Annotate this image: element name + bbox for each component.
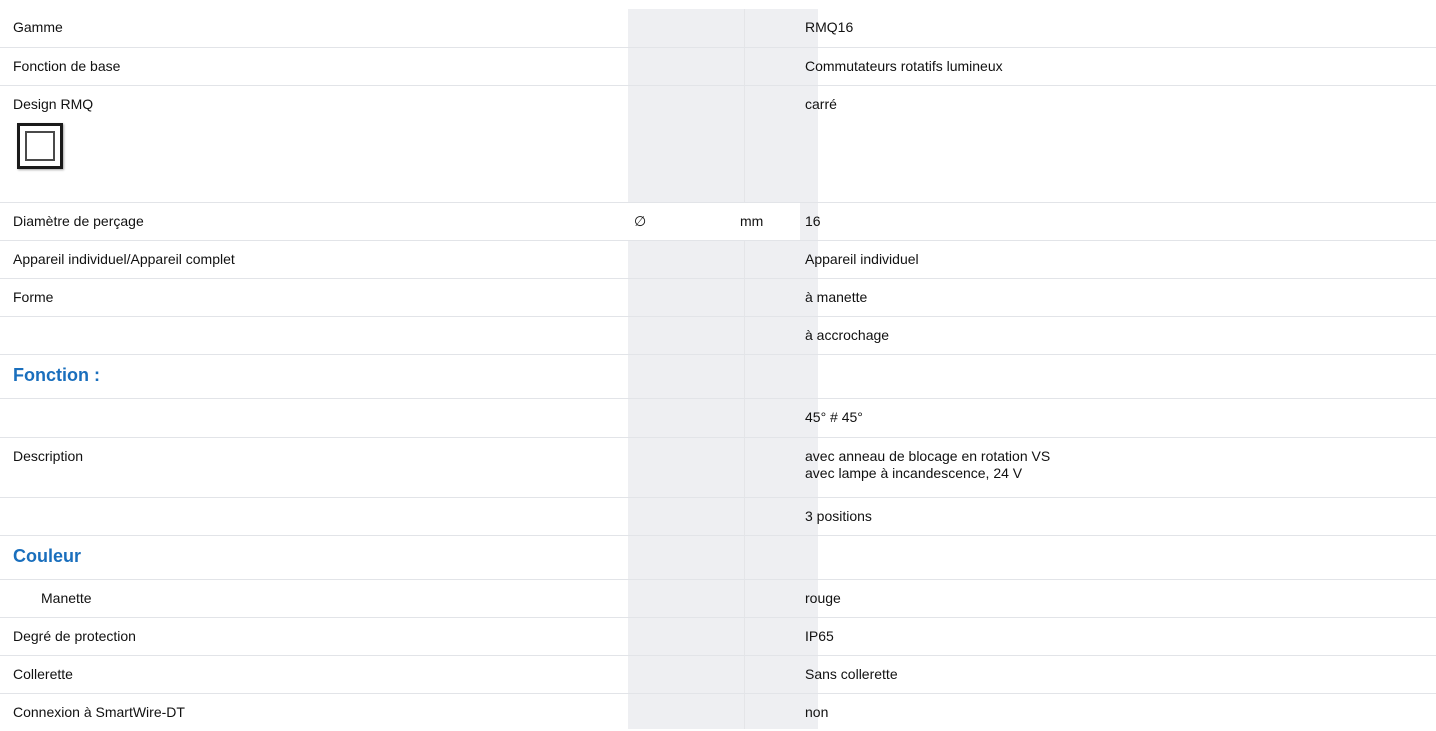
spec-symbol	[628, 617, 737, 656]
spec-unit	[737, 278, 800, 317]
spec-unit	[737, 655, 800, 694]
spec-value: 16	[800, 202, 1436, 241]
table-row: Forme à manette	[0, 278, 1436, 317]
section-heading-couleur: Couleur	[0, 535, 628, 580]
diameter-symbol: ∅	[628, 202, 737, 241]
section-heading-fonction: Fonction :	[0, 354, 628, 399]
spec-symbol	[628, 579, 737, 618]
spec-symbol	[628, 655, 737, 694]
square-design-icon-inner	[25, 130, 55, 161]
spec-symbol	[628, 85, 737, 203]
spec-value: Commutateurs rotatifs lumineux	[800, 47, 1436, 86]
spec-value: IP65	[800, 617, 1436, 656]
spec-unit	[737, 398, 800, 438]
spec-label	[0, 497, 628, 536]
spec-label: Forme	[0, 278, 628, 317]
spec-value: avec anneau de blocage en rotation VS av…	[800, 437, 1436, 498]
spec-label: Degré de protection	[0, 617, 628, 656]
spec-value: rouge	[800, 579, 1436, 618]
spec-symbol	[628, 497, 737, 536]
spec-value: non	[805, 703, 829, 720]
spec-label: Diamètre de perçage	[0, 202, 628, 241]
spec-label	[0, 398, 628, 438]
spec-unit	[737, 693, 800, 731]
table-row: Appareil individuel/Appareil complet App…	[0, 240, 1436, 279]
spec-symbol	[628, 437, 737, 498]
table-row: Gamme RMQ16	[0, 9, 1436, 48]
spec-unit	[737, 617, 800, 656]
spec-value: Appareil individuel	[800, 240, 1436, 279]
table-row: Diamètre de perçage ∅ mm 16	[0, 202, 1436, 241]
spec-label	[0, 316, 628, 355]
spec-value: à manette	[800, 278, 1436, 317]
spec-unit	[737, 85, 800, 203]
spec-label: Collerette	[0, 655, 628, 694]
spec-symbol	[628, 693, 737, 731]
table-row: Manette rouge	[0, 579, 1436, 618]
spec-unit	[737, 240, 800, 279]
spec-symbol	[628, 9, 737, 48]
spec-label: Appareil individuel/Appareil complet	[0, 240, 628, 279]
spec-value: 45° # 45°	[800, 398, 1436, 438]
spec-label: Gamme	[0, 9, 628, 48]
spec-unit	[737, 9, 800, 48]
table-row: Connexion à SmartWire-DT non	[0, 693, 1436, 731]
spec-symbol	[628, 278, 737, 317]
spec-value: à accrochage	[800, 316, 1436, 355]
table-row: Description avec anneau de blocage en ro…	[0, 437, 1436, 498]
section-row: Couleur	[0, 535, 1436, 580]
spec-label: Fonction de base	[0, 47, 628, 86]
spec-symbol	[628, 316, 737, 355]
table-row: Design RMQ carré	[0, 85, 1436, 203]
section-row: Fonction :	[0, 354, 1436, 399]
spec-label: Design RMQ	[0, 85, 628, 203]
spec-unit	[737, 497, 800, 536]
spec-unit	[737, 579, 800, 618]
table-row: Fonction de base Commutateurs rotatifs l…	[0, 47, 1436, 86]
table-row: Degré de protection IP65	[0, 617, 1436, 656]
spec-symbol	[628, 47, 737, 86]
spec-value: RMQ16	[800, 9, 1436, 48]
spec-unit	[737, 316, 800, 355]
spec-label: Manette	[0, 579, 628, 618]
spec-value: carré	[800, 85, 1436, 203]
spec-symbol	[628, 398, 737, 438]
table-row: 45° # 45°	[0, 398, 1436, 438]
spec-unit	[737, 437, 800, 498]
product-spec-table: Gamme RMQ16 Fonction de base Commutateur…	[0, 9, 1436, 731]
spec-unit: mm	[737, 202, 800, 241]
square-design-icon	[17, 122, 63, 169]
table-row: Collerette Sans collerette	[0, 655, 1436, 694]
spec-value: 3 positions	[800, 497, 1436, 536]
table-row: à accrochage	[0, 316, 1436, 355]
spec-unit	[737, 47, 800, 86]
spec-label: Description	[0, 437, 628, 498]
table-row: 3 positions	[0, 497, 1436, 536]
spec-label: Connexion à SmartWire-DT	[13, 703, 185, 720]
spec-symbol	[628, 240, 737, 279]
spec-value: Sans collerette	[800, 655, 1436, 694]
